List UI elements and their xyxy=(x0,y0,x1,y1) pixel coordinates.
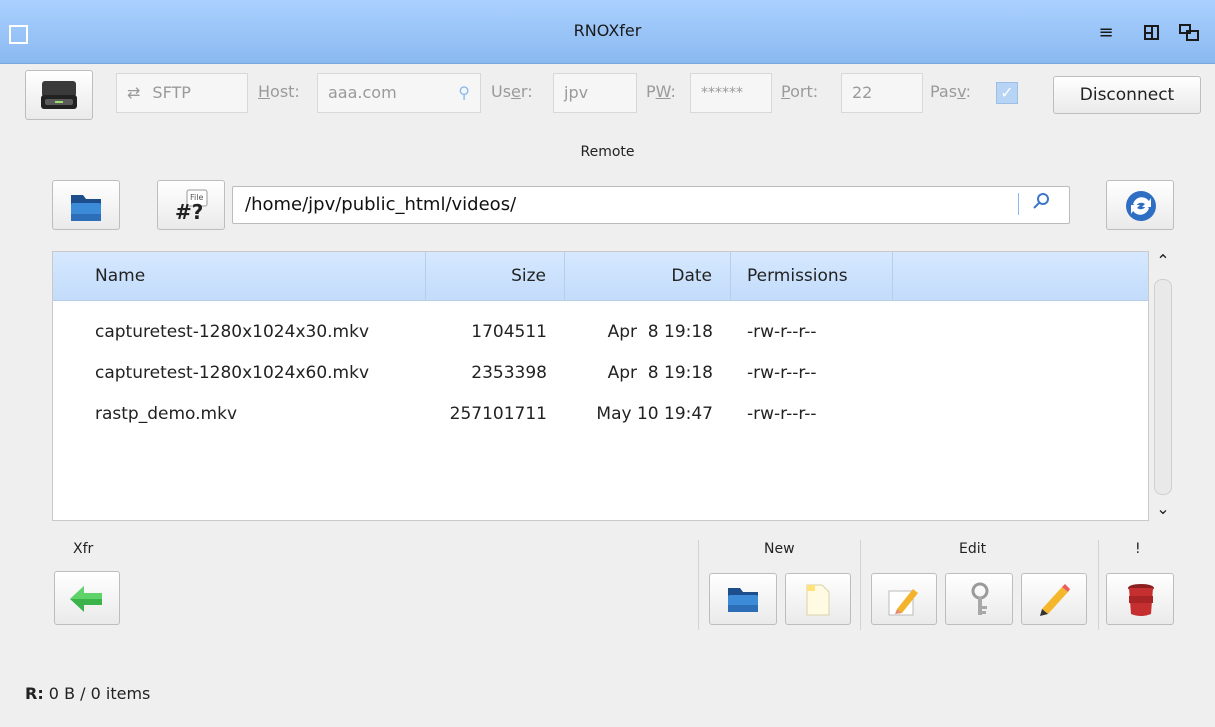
pw-label: PW: xyxy=(646,82,676,101)
path-search-icon[interactable] xyxy=(1032,192,1054,216)
protocol-value: SFTP xyxy=(152,83,191,102)
file-date: May 10 19:47 xyxy=(596,404,713,424)
file-name: capturetest-1280x1024x60.mkv xyxy=(95,363,370,383)
refresh-button[interactable] xyxy=(1106,180,1174,230)
protocol-select[interactable]: ⇄ SFTP xyxy=(116,73,248,113)
file-size: 2353398 xyxy=(471,363,547,383)
file-date: Apr 8 19:18 xyxy=(607,363,713,383)
user-field[interactable]: jpv xyxy=(553,73,637,113)
scroll-down-icon[interactable]: ⌄ xyxy=(1152,499,1174,518)
new-file-icon xyxy=(806,584,830,616)
restore-icon[interactable] xyxy=(1176,20,1202,46)
pasv-checkbox[interactable]: ✓ xyxy=(996,82,1018,104)
scrollbar-track[interactable] xyxy=(1154,279,1172,495)
disconnect-label: Disconnect xyxy=(1079,85,1175,105)
server-button[interactable] xyxy=(25,70,93,120)
table-row[interactable]: capturetest-1280x1024x60.mkv 2353398 Apr… xyxy=(53,353,1148,393)
vertical-scrollbar[interactable]: ⌃ ⌄ xyxy=(1152,251,1174,521)
file-size: 1704511 xyxy=(471,322,547,342)
user-label: User: xyxy=(491,82,533,101)
table-row[interactable]: capturetest-1280x1024x30.mkv 1704511 Apr… xyxy=(53,312,1148,352)
arrow-left-icon xyxy=(70,586,102,612)
menu-icon[interactable]: ≡ xyxy=(1093,20,1119,46)
title-bar: RNOXfer ≡ xyxy=(0,0,1215,64)
table-row[interactable]: rastp_demo.mkv 257101711 May 10 19:47 -r… xyxy=(53,394,1148,434)
transfer-button[interactable] xyxy=(54,571,120,625)
search-icon[interactable]: ⚲ xyxy=(458,74,470,112)
toolbar-separator xyxy=(860,540,861,630)
new-group-label: New xyxy=(764,541,795,557)
file-table: Name Size Date Permissions capturetest-1… xyxy=(52,251,1149,521)
xfr-group-label: Xfr xyxy=(73,541,94,557)
pasv-label: Pasv: xyxy=(930,82,972,101)
file-date: Apr 8 19:18 xyxy=(607,322,713,342)
file-permissions: -rw-r--r-- xyxy=(747,322,817,342)
trash-icon xyxy=(1128,584,1154,616)
port-label: Port: xyxy=(781,82,819,101)
edit-group-label: Edit xyxy=(959,541,987,557)
host-label: Host: xyxy=(258,82,300,101)
window-title: RNOXfer xyxy=(573,21,642,40)
danger-group-label: ! xyxy=(1135,541,1141,557)
key-icon xyxy=(971,582,989,615)
file-permissions: -rw-r--r-- xyxy=(747,363,817,383)
table-header: Name Size Date Permissions xyxy=(53,252,1148,301)
password-field[interactable]: ****** xyxy=(690,73,772,113)
file-size: 257101711 xyxy=(449,404,547,424)
toolbar-separator xyxy=(1098,540,1099,630)
svg-text:#?: #? xyxy=(175,200,203,222)
refresh-icon xyxy=(1126,191,1156,221)
status-prefix: R: xyxy=(25,684,44,703)
file-permissions: -rw-r--r-- xyxy=(747,404,817,424)
edit-button[interactable] xyxy=(1021,573,1087,625)
delete-button[interactable] xyxy=(1106,573,1174,625)
new-folder-button[interactable] xyxy=(709,573,777,625)
rename-button[interactable] xyxy=(871,573,937,625)
host-value: aaa.com xyxy=(328,83,397,102)
path-input[interactable]: /home/jpv/public_html/videos/ xyxy=(232,186,1070,224)
file-name: capturetest-1280x1024x30.mkv xyxy=(95,322,370,342)
toolbar-separator xyxy=(698,540,699,630)
status-text: 0 B / 0 items xyxy=(43,684,151,703)
host-field[interactable]: aaa.com ⚲ xyxy=(317,73,481,113)
swap-icon: ⇄ xyxy=(127,83,141,102)
edit-document-icon xyxy=(888,589,918,616)
column-date[interactable]: Date xyxy=(565,252,731,301)
remote-label: Remote xyxy=(580,144,635,160)
drive-icon xyxy=(41,81,77,109)
status-bar: R: 0 B / 0 items xyxy=(25,684,150,703)
new-file-button[interactable] xyxy=(785,573,851,625)
permissions-button[interactable] xyxy=(945,573,1013,625)
file-name: rastp_demo.mkv xyxy=(95,404,238,424)
file-pattern-button[interactable]: File #? xyxy=(157,180,225,230)
column-permissions[interactable]: Permissions xyxy=(731,252,893,301)
column-name[interactable]: Name xyxy=(53,252,426,301)
folder-home-icon xyxy=(71,195,101,221)
path-separator xyxy=(1018,193,1019,215)
file-hash-icon: File #? xyxy=(175,189,208,222)
pencil-icon xyxy=(1040,584,1070,616)
new-folder-icon xyxy=(728,588,758,612)
maximize-icon[interactable] xyxy=(1139,20,1165,46)
disconnect-button[interactable]: Disconnect xyxy=(1053,76,1201,114)
column-size[interactable]: Size xyxy=(426,252,565,301)
home-folder-button[interactable] xyxy=(52,180,120,230)
port-field[interactable]: 22 xyxy=(841,73,923,113)
scroll-up-icon[interactable]: ⌃ xyxy=(1152,251,1174,270)
